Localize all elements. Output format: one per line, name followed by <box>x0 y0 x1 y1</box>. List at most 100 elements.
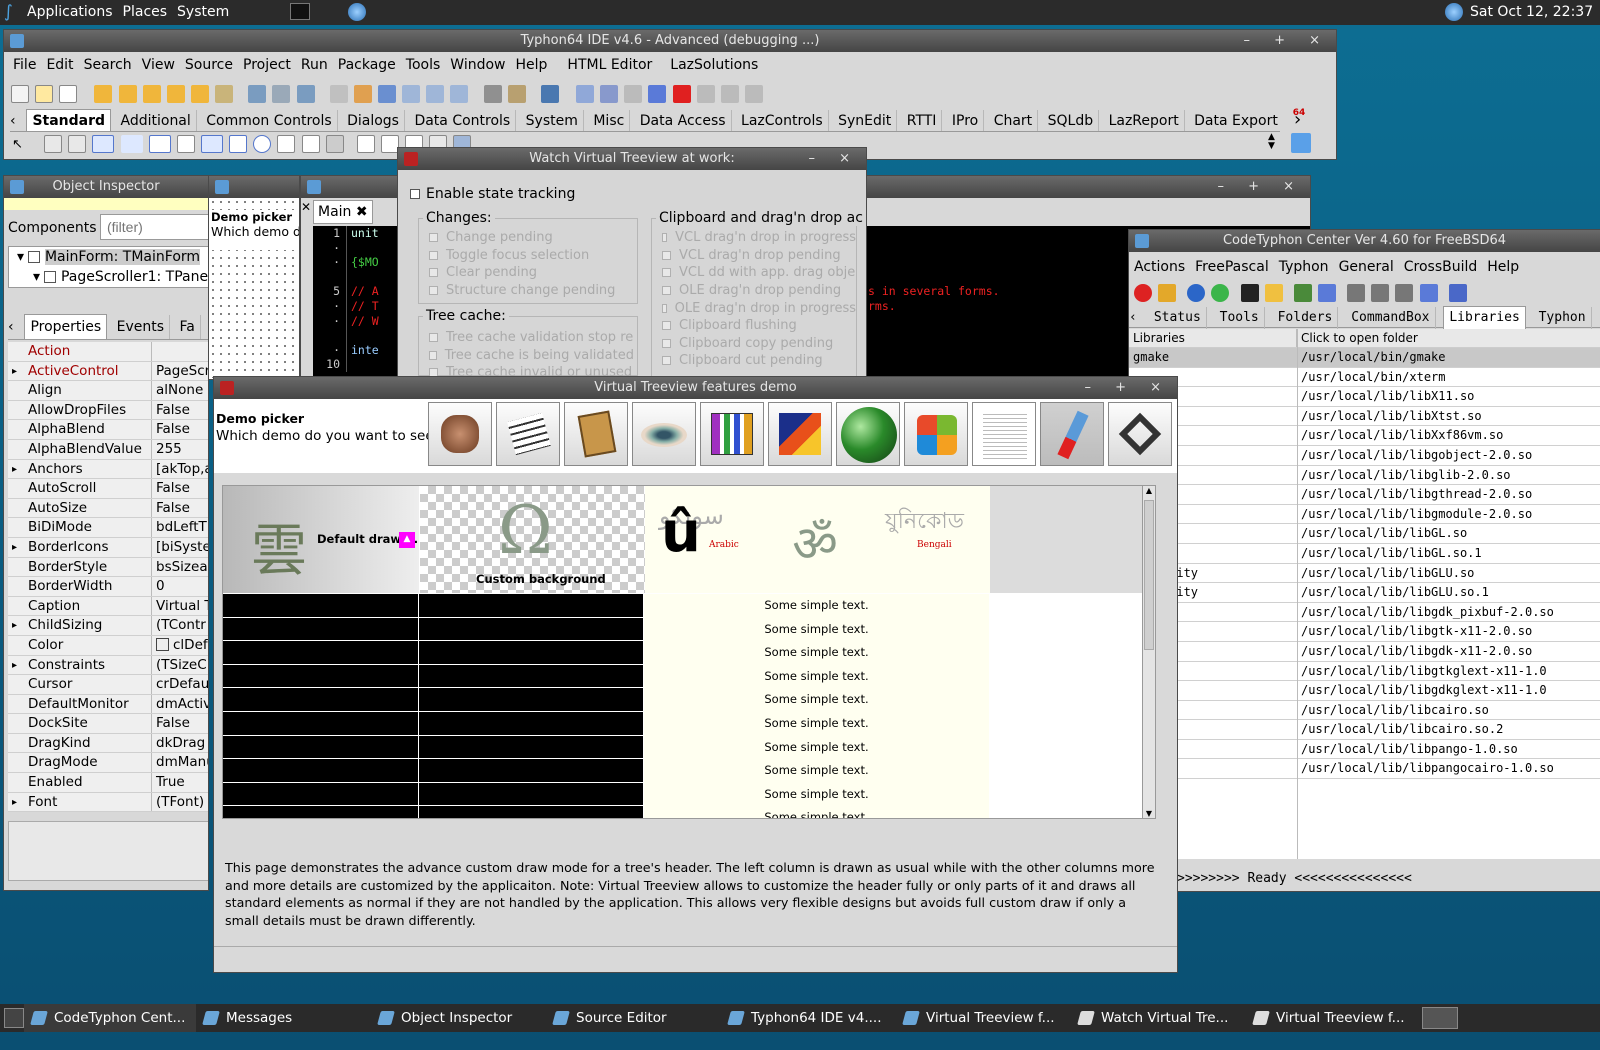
checkbox-icon[interactable] <box>229 135 248 153</box>
checkbox-box[interactable] <box>429 350 437 360</box>
property-value[interactable]: Virtual T <box>151 596 208 616</box>
ct-tab-commandbox[interactable]: CommandBox <box>1346 307 1436 329</box>
task-vt-demo-2[interactable]: Virtual Treeview f... <box>1246 1004 1418 1032</box>
ct-terminal-icon[interactable] <box>1240 284 1259 302</box>
header-col-default[interactable]: 雲 Default drawi... ▲ <box>223 486 419 593</box>
library-path[interactable]: /usr/local/lib/libgdkglext-x11-1.0 <box>1297 681 1547 700</box>
source-window-controls[interactable]: – + × <box>1217 176 1304 198</box>
tree-row[interactable]: Some simple text. <box>223 782 990 807</box>
property-row[interactable]: DockSite False <box>8 714 208 734</box>
library-row[interactable]: UTility/usr/local/lib/libGLU.so.1 <box>1129 583 1600 603</box>
library-path[interactable]: /usr/local/lib/libgtk-x11-2.0.so <box>1297 622 1532 641</box>
library-path[interactable]: /usr/local/bin/gmake <box>1297 348 1446 367</box>
property-row[interactable]: DragMode dmManu <box>8 753 208 774</box>
calculator-icon[interactable] <box>483 85 502 103</box>
demo-document-icon[interactable] <box>972 402 1036 466</box>
tree-cell-text[interactable]: Some simple text. <box>644 782 989 807</box>
palette-tab-synedit[interactable]: SynEdit <box>833 110 898 131</box>
radiobutton-icon[interactable] <box>253 135 272 153</box>
library-path[interactable]: /usr/local/lib/libGL.so <box>1297 524 1467 543</box>
tree-row[interactable]: Some simple text. <box>223 735 990 760</box>
tree-row[interactable]: Some simple text. <box>223 594 990 618</box>
demo-paint-icon[interactable] <box>768 402 832 466</box>
tree-cell-black[interactable] <box>223 782 419 807</box>
ct-menu-help[interactable]: Help <box>1482 259 1524 275</box>
build-icon[interactable] <box>329 85 348 103</box>
ct-network-icon[interactable] <box>1371 284 1390 302</box>
enable-checkbox[interactable] <box>410 189 420 199</box>
library-path[interactable]: /usr/local/lib/libGLU.so <box>1297 564 1474 583</box>
oi-tab-scroll-left[interactable]: ‹ <box>8 319 20 335</box>
library-path[interactable]: /usr/local/lib/libgobject-2.0.so <box>1297 446 1532 465</box>
scroll-down-arrow-icon[interactable]: ▼ <box>1143 809 1155 818</box>
property-value[interactable]: dmManu <box>151 753 208 773</box>
library-row[interactable]: xt/usr/local/lib/libgtkglext-x11-1.0 <box>1129 662 1600 682</box>
listbox-icon[interactable] <box>277 135 296 153</box>
tree-row[interactable]: Some simple text. <box>223 759 990 783</box>
property-value[interactable]: alNone <box>151 381 208 400</box>
tab-close-icon[interactable]: ✖ <box>356 204 368 220</box>
view-forms-icon[interactable] <box>272 85 291 103</box>
ct-folder-icon[interactable] <box>1264 284 1283 302</box>
property-value[interactable]: crDefau <box>151 675 208 694</box>
property-value[interactable]: PageScr <box>151 361 208 381</box>
changes-checkbox[interactable]: Change pending <box>429 229 615 247</box>
tree-cell-black[interactable] <box>419 641 644 665</box>
property-row[interactable]: AutoScroll False <box>8 479 208 499</box>
package-icon[interactable] <box>507 85 526 103</box>
property-row[interactable]: DragKind dkDrag <box>8 733 208 754</box>
tree-cell-black[interactable] <box>419 735 644 760</box>
label-icon[interactable] <box>120 135 143 153</box>
ct-tab-typhon[interactable]: Typhon <box>1534 307 1592 329</box>
ct-close-icon[interactable] <box>1134 284 1152 302</box>
menu-search[interactable]: Search <box>79 57 137 73</box>
tree-cell-black[interactable] <box>419 711 644 736</box>
library-path[interactable]: /usr/local/lib/libXtst.so <box>1297 407 1482 426</box>
demo-windows-icon[interactable] <box>904 402 968 466</box>
library-row[interactable]: UTility/usr/local/lib/libGLU.so <box>1129 564 1600 584</box>
ct-tab-folders[interactable]: Folders <box>1273 307 1339 329</box>
tree-row[interactable]: Some simple text. <box>223 806 990 818</box>
menu-help[interactable]: Help <box>511 57 553 73</box>
ct-menu-general[interactable]: General <box>1334 259 1399 275</box>
library-path[interactable]: /usr/local/lib/libX11.so <box>1297 387 1474 406</box>
open-icon[interactable] <box>94 85 113 103</box>
menu-package[interactable]: Package <box>333 57 401 73</box>
library-path[interactable]: /usr/local/lib/libgtkglext-x11-1.0 <box>1297 662 1547 681</box>
run-icon[interactable] <box>600 85 619 103</box>
menu-tools[interactable]: Tools <box>401 57 446 73</box>
palette-tab-rtti[interactable]: RTTI <box>902 110 943 131</box>
checkbox-box[interactable] <box>662 268 671 278</box>
tree-cell-text[interactable]: Some simple text. <box>644 617 989 642</box>
places-menu[interactable]: Places <box>118 4 173 20</box>
tree-node-pagescroller[interactable]: ▾ PageScroller1: TPane <box>9 267 208 287</box>
ct-tab-libraries[interactable]: Libraries <box>1443 306 1526 329</box>
library-row[interactable]: /usr/local/lib/libX11.so <box>1129 387 1600 407</box>
library-row[interactable]: /usr/local/lib/libcairo.so <box>1129 701 1600 721</box>
changes-checkbox[interactable]: Structure change pending <box>429 282 615 300</box>
palette-tab-data-access[interactable]: Data Access <box>635 110 732 131</box>
property-row[interactable]: ▸ ChildSizing (TContr <box>8 616 208 636</box>
palette-tab-chart[interactable]: Chart <box>989 110 1039 131</box>
workspace-switcher[interactable] <box>1422 1007 1458 1029</box>
property-value[interactable]: [akTop,a <box>151 459 208 479</box>
menu-run[interactable]: Run <box>296 57 333 73</box>
project-icon[interactable] <box>215 85 234 103</box>
checkbox-box[interactable] <box>429 333 438 343</box>
tree-cell-black[interactable] <box>223 759 419 783</box>
save-all-icon[interactable] <box>166 85 185 103</box>
library-path[interactable]: /usr/local/bin/xterm <box>1297 368 1446 387</box>
library-path[interactable]: /usr/local/lib/libGLU.so.1 <box>1297 583 1489 602</box>
menu-html-editor[interactable]: HTML Editor <box>562 57 657 73</box>
ct-sync-icon[interactable] <box>1419 284 1438 302</box>
palette-tab-data-controls[interactable]: Data Controls <box>409 110 517 131</box>
property-row[interactable]: ▸ BorderIcons [biSyste <box>8 537 208 558</box>
library-row[interactable]: d/usr/local/lib/libgthread-2.0.so <box>1129 485 1600 505</box>
property-value[interactable]: (TContr <box>151 616 208 635</box>
checkbox-box[interactable] <box>662 321 671 331</box>
sort-indicator-icon[interactable]: ▲ <box>399 532 415 548</box>
ct-import-icon[interactable] <box>1293 284 1312 302</box>
property-value[interactable]: 0 <box>151 577 208 596</box>
close-page-icon[interactable]: ✕ <box>301 200 311 214</box>
property-value[interactable]: bdLeftT <box>151 518 208 537</box>
